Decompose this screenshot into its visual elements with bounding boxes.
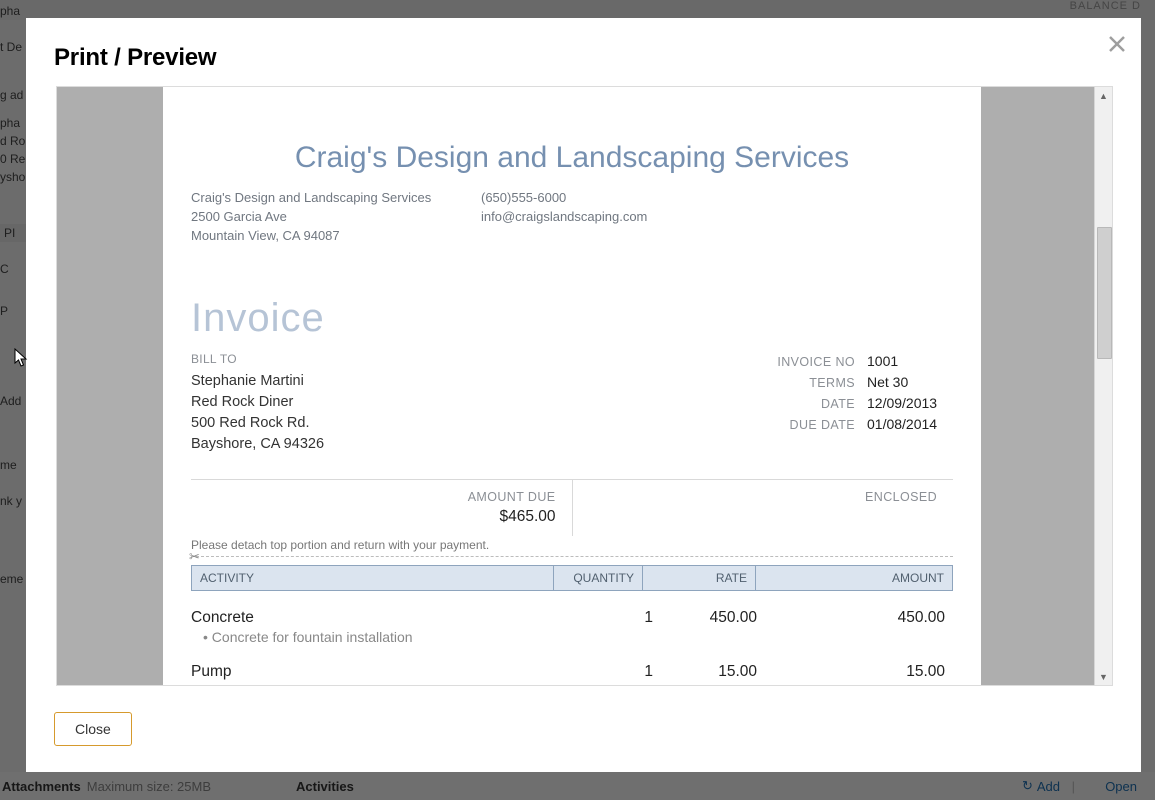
line-item-qty: 1 [581,663,661,681]
invoice-terms: Net 30 [867,372,953,393]
company-address-block: Craig's Design and Landscaping Services … [191,189,481,246]
line-items-header: ACTIVITY QUANTITY RATE AMOUNT [191,565,953,591]
close-icon[interactable] [1105,32,1129,56]
company-contact-block: (650)555-6000 info@craigslandscaping.com [481,189,647,246]
company-phone: (650)555-6000 [481,189,647,208]
scissors-icon: ✂ [189,549,200,565]
line-item-name: Concrete [191,609,581,627]
line-item-amount: 15.00 [765,663,953,681]
line-item-desc: Concrete for fountain installation [203,629,953,645]
company-addr1: 2500 Garcia Ave [191,208,481,227]
line-item-qty: 1 [581,609,661,627]
print-preview-modal: Print / Preview Craig's Design and Lands… [26,18,1141,772]
invoice-meta: INVOICE NO1001 TERMSNet 30 DATE12/09/201… [777,351,953,455]
modal-title: Print / Preview [54,44,216,72]
vertical-scrollbar[interactable]: ▲ ▼ [1094,87,1112,685]
scroll-up-arrow-icon[interactable]: ▲ [1095,87,1112,104]
detach-note: Please detach top portion and return wit… [191,538,953,552]
company-name: Craig's Design and Landscaping Services [191,189,481,208]
invoice-page: Craig's Design and Landscaping Services … [163,87,981,686]
company-addr2: Mountain View, CA 94087 [191,227,481,246]
company-title: Craig's Design and Landscaping Services [163,141,981,175]
amount-due-value: $465.00 [191,508,556,526]
scroll-thumb[interactable] [1097,227,1112,359]
bill-to-addr2: Bayshore, CA 94326 [191,434,777,455]
document-type: Invoice [191,296,981,341]
company-email: info@craigslandscaping.com [481,208,647,227]
bill-to-name: Stephanie Martini [191,371,777,392]
bill-to-block: BILL TO Stephanie Martini Red Rock Diner… [191,351,777,455]
invoice-number: 1001 [867,351,953,372]
enclosed-block: ENCLOSED [572,480,954,536]
line-item-desc: Fountain Pump [203,683,953,686]
line-item-rate: 15.00 [661,663,765,681]
line-item: Concrete 1 450.00 450.00 [191,609,953,627]
amount-due-block: AMOUNT DUE $465.00 [191,480,572,536]
line-item-name: Pump [191,663,581,681]
close-button[interactable]: Close [54,712,132,746]
perforation-line: ✂ [191,556,953,557]
scroll-down-arrow-icon[interactable]: ▼ [1095,668,1112,685]
bill-to-label: BILL TO [191,351,777,368]
invoice-date: 12/09/2013 [867,393,953,414]
invoice-due-date: 01/08/2014 [867,414,953,435]
preview-viewport: Craig's Design and Landscaping Services … [56,86,1113,686]
bill-to-company: Red Rock Diner [191,392,777,413]
line-item-rate: 450.00 [661,609,765,627]
bill-to-addr1: 500 Red Rock Rd. [191,413,777,434]
line-item: Pump 1 15.00 15.00 [191,663,953,681]
line-item-amount: 450.00 [765,609,953,627]
